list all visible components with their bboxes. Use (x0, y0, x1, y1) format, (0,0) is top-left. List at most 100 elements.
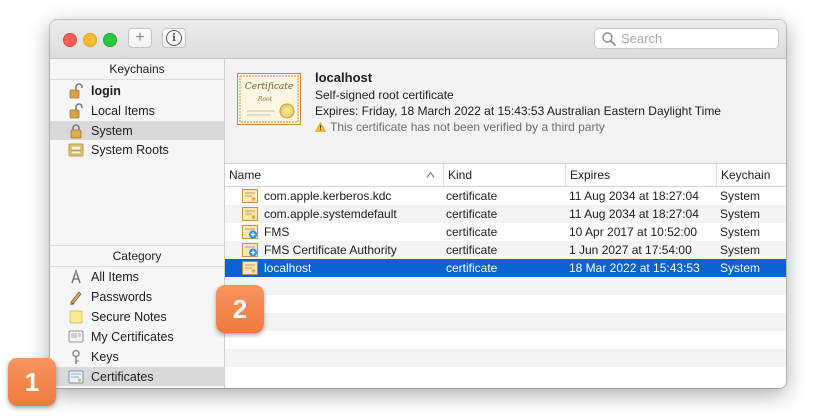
keychain-cell: System (720, 261, 761, 275)
column-header-name[interactable]: Name (225, 164, 443, 186)
certificate-icon (68, 370, 84, 383)
sidebar-item-my-certificates[interactable]: My Certificates (50, 327, 224, 346)
detail-title: localhost (315, 70, 373, 85)
table-row[interactable]: com.apple.systemdefault certificate 11 A… (225, 205, 786, 223)
table-row[interactable]: FMS Certificate Authority certificate 1 … (225, 241, 786, 259)
sidebar-item-label: System Roots (91, 142, 169, 157)
name-cell: FMS Certificate Authority (242, 241, 397, 259)
expires-cell: 11 Aug 2034 at 18:27:04 (569, 207, 699, 221)
certificate-icon (242, 189, 258, 203)
key-icon (72, 349, 80, 364)
unlocked-padlock-icon (69, 82, 83, 98)
my-certificate-icon (68, 330, 84, 342)
sidebar-item-label: System (91, 123, 133, 138)
minimize-window-button[interactable] (83, 33, 97, 47)
step-badge-2: 2 (216, 285, 264, 333)
empty-row (225, 367, 786, 385)
table-row[interactable]: com.apple.kerberos.kdc certificate 11 Au… (225, 187, 786, 205)
detail-expires: Expires: Friday, 18 March 2022 at 15:43:… (315, 104, 721, 118)
keychain-cell: System (720, 243, 761, 257)
expires-cell: 1 Jun 2027 at 17:54:00 (569, 243, 692, 257)
step-badge-1: 1 (8, 358, 56, 406)
locked-padlock-icon (70, 123, 82, 138)
sidebar: Keychains login Local Items System Syste… (50, 59, 225, 388)
kind-cell: certificate (446, 225, 498, 239)
pen-icon (70, 290, 82, 305)
keychain-access-window: + i Keychains login Loca (50, 20, 786, 388)
name-cell: FMS (242, 223, 289, 241)
sidebar-item-login[interactable]: login (50, 81, 224, 100)
note-icon (69, 310, 83, 323)
main-pane: Certificate Root localhost Self-signed r… (225, 59, 786, 388)
empty-row (225, 349, 786, 367)
sidebar-item-label: Keys (91, 349, 119, 364)
verification-warning: This certificate has not been verified b… (315, 120, 605, 134)
empty-row (225, 295, 786, 313)
name-cell: com.apple.systemdefault (242, 205, 397, 223)
warning-text: This certificate has not been verified b… (330, 120, 605, 134)
column-header-kind[interactable]: Kind (443, 164, 565, 186)
sidebar-item-system[interactable]: System (50, 121, 224, 140)
sidebar-item-label: Local Items (91, 103, 155, 118)
keychains-header: Keychains (50, 59, 224, 80)
close-window-button[interactable] (63, 33, 77, 47)
sidebar-item-label: My Certificates (91, 329, 174, 344)
sidebar-item-passwords[interactable]: Passwords (50, 287, 224, 306)
name-cell: com.apple.kerberos.kdc (242, 187, 391, 205)
keychain-cell: System (720, 189, 761, 203)
kind-cell: certificate (446, 207, 498, 221)
add-item-button[interactable]: + (128, 28, 152, 48)
sidebar-item-label: Secure Notes (91, 309, 167, 324)
certificate-plus-icon (242, 243, 258, 257)
certificate-plus-icon (242, 225, 258, 239)
detail-subtitle: Self-signed root certificate (315, 88, 454, 102)
all-items-icon (71, 268, 81, 283)
keychain-cell: System (720, 207, 761, 221)
cabinet-icon (68, 143, 84, 156)
certificate-icon (242, 261, 258, 275)
sidebar-item-keys[interactable]: Keys (50, 347, 224, 366)
name-cell: localhost (242, 259, 311, 277)
sidebar-item-label: All Items (91, 269, 139, 284)
certificate-image-text: Certificate (245, 82, 293, 92)
expires-cell: 10 Apr 2017 at 10:52:00 (569, 225, 698, 239)
table-row-selected[interactable]: localhost certificate 18 Mar 2022 at 15:… (225, 259, 786, 277)
search-icon (602, 31, 616, 46)
warning-icon (315, 122, 326, 132)
zoom-window-button[interactable] (103, 33, 117, 47)
plus-icon: + (135, 29, 145, 46)
sidebar-item-certificates[interactable]: Certificates (50, 367, 224, 386)
items-table: Name Kind Expires Keychain com.apple.ker… (225, 164, 786, 388)
kind-cell: certificate (446, 189, 498, 203)
sidebar-item-system-roots[interactable]: System Roots (50, 140, 224, 159)
sidebar-item-label: Passwords (91, 289, 153, 304)
certificate-image-subtext: Root (257, 96, 273, 103)
table-header: Name Kind Expires Keychain (225, 164, 786, 187)
sidebar-item-all-items[interactable]: All Items (50, 267, 224, 286)
sidebar-item-label: login (91, 83, 121, 98)
keychain-cell: System (720, 225, 761, 239)
empty-row (225, 331, 786, 349)
empty-row (225, 277, 786, 295)
expires-cell: 18 Mar 2022 at 15:43:53 (569, 261, 700, 275)
sidebar-item-secure-notes[interactable]: Secure Notes (50, 307, 224, 326)
kind-cell: certificate (446, 261, 498, 275)
certificate-image-icon: Certificate Root (237, 73, 301, 125)
column-header-expires[interactable]: Expires (565, 164, 716, 186)
certificate-detail: Certificate Root localhost Self-signed r… (225, 59, 786, 164)
search-input[interactable] (621, 31, 771, 46)
certificate-icon (242, 207, 258, 221)
kind-cell: certificate (446, 243, 498, 257)
category-header: Category (50, 245, 224, 267)
sidebar-item-label: Certificates (91, 369, 154, 384)
sort-ascending-icon (426, 171, 435, 178)
empty-row (225, 313, 786, 331)
table-row[interactable]: FMS certificate 10 Apr 2017 at 10:52:00 … (225, 223, 786, 241)
search-field[interactable] (594, 28, 779, 49)
expires-cell: 11 Aug 2034 at 18:27:04 (569, 189, 699, 203)
sidebar-item-local-items[interactable]: Local Items (50, 101, 224, 120)
column-header-keychain[interactable]: Keychain (716, 164, 786, 186)
get-info-button[interactable]: i (162, 28, 186, 48)
unlocked-padlock-icon (69, 102, 83, 118)
info-icon: i (166, 30, 182, 46)
